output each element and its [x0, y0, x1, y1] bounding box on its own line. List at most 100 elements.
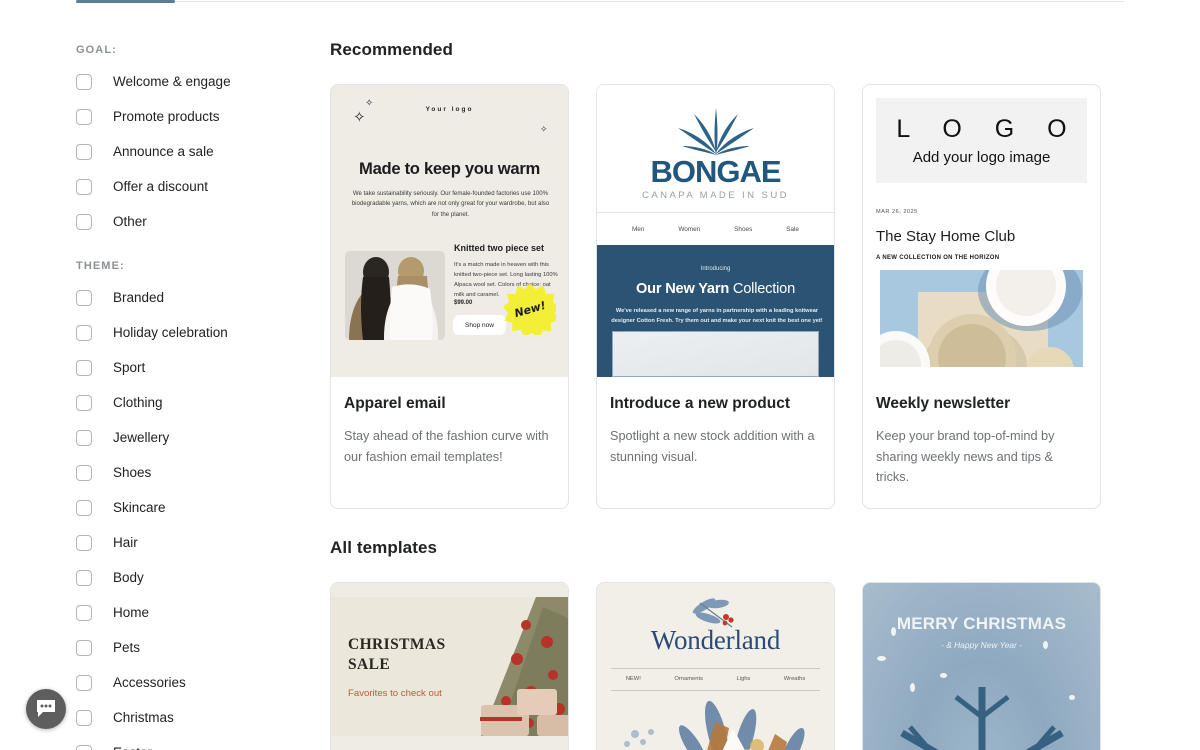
preview-nav-divider	[597, 212, 834, 213]
template-preview-apparel-email: ✧ ✧ ✧ Your logo Made to keep you warm We…	[331, 85, 568, 377]
filter-option-announce-a-sale[interactable]: Announce a sale	[76, 142, 330, 162]
filter-option-skincare[interactable]: Skincare	[76, 498, 330, 518]
preview-kicker: A NEW COLLECTION ON THE HORIZON	[876, 255, 1000, 261]
checkbox-body[interactable]	[76, 570, 92, 586]
chat-widget-button[interactable]	[26, 689, 66, 729]
filter-group-goal-label: GOAL:	[76, 44, 117, 56]
filter-option-holiday-celebration[interactable]: Holiday celebration	[76, 323, 330, 343]
checkbox-home[interactable]	[76, 605, 92, 621]
checkbox-branded[interactable]	[76, 290, 92, 306]
template-preview-wonderland: Wonderland NEW! Ornaments Lighs Wreaths	[597, 582, 834, 750]
preview-heading-bold: Our New Yarn	[636, 281, 730, 297]
card-body: Apparel email Stay ahead of the fashion …	[331, 377, 568, 487]
template-card-apparel-email[interactable]: ✧ ✧ ✧ Your logo Made to keep you warm We…	[330, 84, 569, 509]
filter-option-pets[interactable]: Pets	[76, 638, 330, 658]
preview-heading: The Stay Home Club	[876, 228, 1016, 245]
filter-option-accessories[interactable]: Accessories	[76, 673, 330, 693]
preview-nav-item: Men	[631, 226, 645, 233]
filter-option-clothing[interactable]: Clothing	[76, 393, 330, 413]
filters-sidebar: GOAL: Welcome & engage Promote products …	[0, 0, 330, 750]
filter-option-hair[interactable]: Hair	[76, 533, 330, 553]
preview-kicker: Introducing	[700, 266, 731, 272]
preview-product-title: Knitted two piece set	[454, 243, 545, 253]
chat-bubble-icon	[37, 700, 55, 717]
template-card-christmas-sale[interactable]: CHRISTMAS SALE Favorites to check out	[330, 581, 569, 750]
template-card-merry-christmas[interactable]: MERRY CHRISTMAS - & Happy New Year -	[862, 581, 1101, 750]
filter-option-promote-products[interactable]: Promote products	[76, 107, 330, 127]
card-description: Spotlight a new stock addition with a st…	[610, 429, 815, 464]
filter-option-christmas[interactable]: Christmas	[76, 708, 330, 728]
filter-option-shoes[interactable]: Shoes	[76, 463, 330, 483]
filter-label: Promote products	[113, 109, 220, 125]
checkbox-pets[interactable]	[76, 640, 92, 656]
card-title: Apparel email	[344, 395, 446, 412]
checkbox-shoes[interactable]	[76, 465, 92, 481]
preview-nav-item: NEW!	[625, 675, 641, 682]
preview-brand-word: Wonderland	[650, 624, 781, 655]
sparkle-icon: ✧	[540, 124, 548, 134]
knitwear-models-illustration	[345, 251, 445, 340]
checkbox-sport[interactable]	[76, 360, 92, 376]
template-card-introduce-a-new-product[interactable]: BONGAE CANAPA MADE IN SUD Men Women Shoe…	[596, 84, 835, 509]
filter-option-offer-a-discount[interactable]: Offer a discount	[76, 177, 330, 197]
preview-brand-tagline: CANAPA MADE IN SUD	[642, 190, 789, 201]
snowflake-illustration	[900, 686, 1064, 750]
card-description: Keep your brand top-of-mind by sharing w…	[876, 429, 1055, 485]
preview-brand-name: BONGAE	[650, 154, 781, 189]
checkbox-holiday-celebration[interactable]	[76, 325, 92, 341]
filter-label: Announce a sale	[113, 144, 214, 160]
filter-option-jewellery[interactable]: Jewellery	[76, 428, 330, 448]
preview-heading-rest: Collection	[729, 281, 795, 297]
checkbox-accessories[interactable]	[76, 675, 92, 691]
preview-shop-now-button: Shop now	[453, 315, 506, 335]
checkbox-promote-products[interactable]	[76, 109, 92, 125]
filter-label: Branded	[113, 290, 165, 306]
checkbox-easter[interactable]	[76, 745, 92, 750]
filter-option-body[interactable]: Body	[76, 568, 330, 588]
preview-hero-image	[880, 270, 1083, 367]
checkbox-welcome-engage[interactable]	[76, 74, 92, 90]
templates-main: Recommended ✧ ✧ ✧ Your logo Made to keep…	[330, 0, 1200, 750]
filter-option-branded[interactable]: Branded	[76, 288, 330, 308]
preview-logo-text: Your logo	[425, 106, 474, 113]
filter-option-home[interactable]: Home	[76, 603, 330, 623]
recommended-card-grid: ✧ ✧ ✧ Your logo Made to keep you warm We…	[330, 84, 1200, 509]
filter-label: Easter	[113, 746, 152, 750]
preview-nav-item: Women	[678, 226, 701, 233]
preview-body-text: We've released a new range of yarns in p…	[611, 308, 823, 324]
preview-product-photo	[345, 251, 445, 340]
preview-body-text: We take sustainability seriously. Our fe…	[351, 190, 550, 218]
card-title: Weekly newsletter	[876, 395, 1011, 412]
preview-nav-item: Sale	[786, 226, 799, 233]
template-card-wonderland[interactable]: Wonderland NEW! Ornaments Lighs Wreaths	[596, 581, 835, 750]
filter-option-welcome-engage[interactable]: Welcome & engage	[76, 72, 330, 92]
checkbox-clothing[interactable]	[76, 395, 92, 411]
filter-option-other[interactable]: Other	[76, 212, 330, 232]
checkbox-hair[interactable]	[76, 535, 92, 551]
dried-palm-arrangement-illustration	[597, 697, 834, 750]
template-card-weekly-newsletter[interactable]: L O G O Add your logo image MAR 26, 2025…	[862, 84, 1101, 509]
filter-label: Shoes	[113, 465, 152, 481]
filter-option-easter[interactable]: Easter	[76, 743, 330, 750]
card-description: Stay ahead of the fashion curve with our…	[344, 429, 549, 464]
card-body: Introduce a new product Spotlight a new …	[597, 377, 834, 487]
filter-option-sport[interactable]: Sport	[76, 358, 330, 378]
preview-logo-text: L O G O	[896, 115, 1080, 143]
preview-heading-line2: SALE	[348, 655, 391, 673]
checkbox-announce-a-sale[interactable]	[76, 144, 92, 160]
template-preview-introduce-a-new-product: BONGAE CANAPA MADE IN SUD Men Women Shoe…	[597, 85, 834, 377]
preview-new-badge-text: New!	[512, 298, 548, 320]
checkbox-other[interactable]	[76, 214, 92, 230]
checkbox-christmas[interactable]	[76, 710, 92, 726]
preview-nav-item: Shoes	[734, 226, 753, 233]
preview-product-price: $99.00	[454, 300, 473, 306]
checkbox-offer-a-discount[interactable]	[76, 179, 92, 195]
card-title: Introduce a new product	[610, 395, 790, 412]
filter-group-theme: THEME: Branded Holiday celebration Sport…	[76, 260, 330, 750]
preview-nav-item: Wreaths	[783, 675, 806, 682]
checkbox-skincare[interactable]	[76, 500, 92, 516]
preview-logo-subtext: Add your logo image	[912, 149, 1051, 166]
preview-date: MAR 26, 2025	[876, 209, 918, 215]
filter-label: Jewellery	[113, 430, 170, 446]
checkbox-jewellery[interactable]	[76, 430, 92, 446]
